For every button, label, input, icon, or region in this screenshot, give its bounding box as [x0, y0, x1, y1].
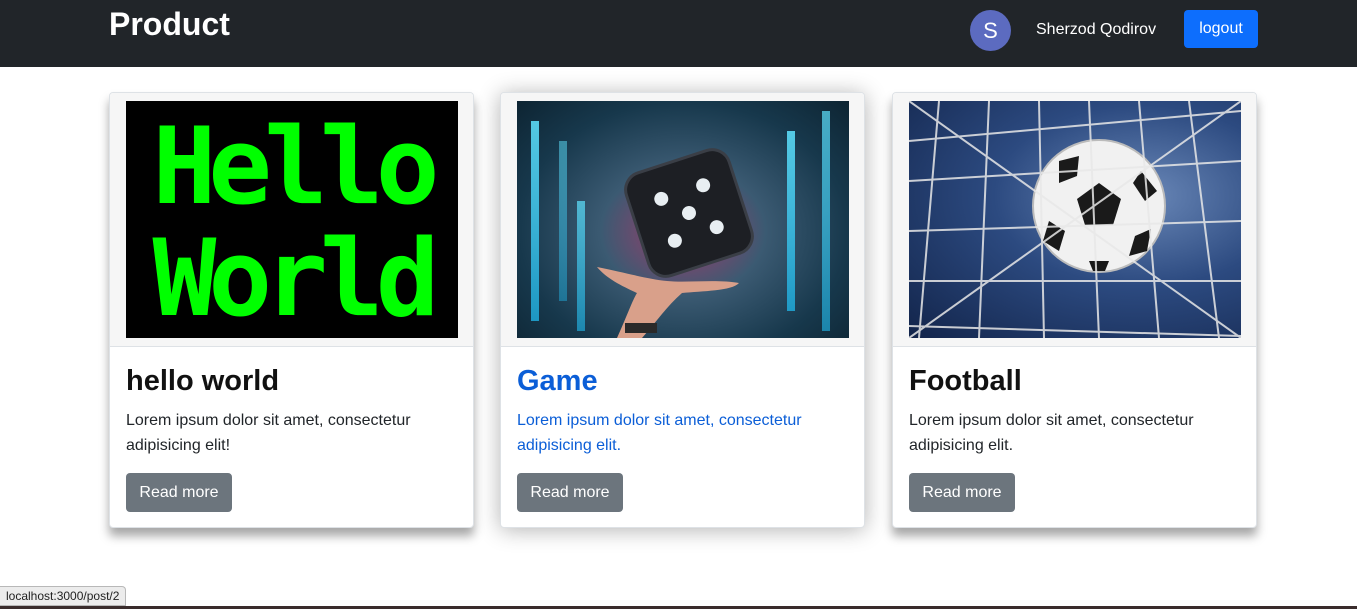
game-image [517, 101, 849, 338]
card-title: Football [909, 365, 1022, 397]
top-navbar: Product S Sherzod Qodirov logout [0, 0, 1357, 67]
product-card[interactable]: Hello World hello world Lorem ipsum dolo… [109, 92, 474, 528]
link-status-bar: localhost:3000/post/2 [0, 586, 127, 606]
card-text: Lorem ipsum dolor sit amet, consectetur … [909, 412, 1194, 454]
dice-icon [597, 148, 754, 338]
card-image-area: Hello World [110, 93, 473, 347]
soccer-ball-icon [909, 101, 1241, 338]
football-image [909, 101, 1241, 338]
brand-title[interactable]: Product [109, 6, 230, 43]
logout-button[interactable]: logout [1184, 10, 1258, 48]
read-more-button[interactable]: Read more [517, 473, 623, 512]
hello-world-image-text: Hello World [126, 111, 458, 335]
world-line: World [152, 217, 439, 338]
card-text: Lorem ipsum dolor sit amet, consectetur … [126, 412, 411, 454]
hello-line: Hello [152, 105, 439, 228]
card-image-area [893, 93, 1256, 347]
product-card[interactable]: Football Lorem ipsum dolor sit amet, con… [892, 92, 1257, 528]
hello-world-image: Hello World [126, 101, 458, 338]
card-image-area [501, 93, 864, 347]
user-avatar[interactable]: S [970, 10, 1011, 51]
read-more-button[interactable]: Read more [126, 473, 232, 512]
product-card[interactable]: Game Lorem ipsum dolor sit amet, consect… [500, 92, 865, 528]
read-more-button[interactable]: Read more [909, 473, 1015, 512]
username-label: Sherzod Qodirov [1036, 21, 1157, 38]
card-text: Lorem ipsum dolor sit amet, consectetur … [517, 412, 802, 454]
card-title: Game [517, 365, 598, 397]
card-title: hello world [126, 365, 280, 397]
